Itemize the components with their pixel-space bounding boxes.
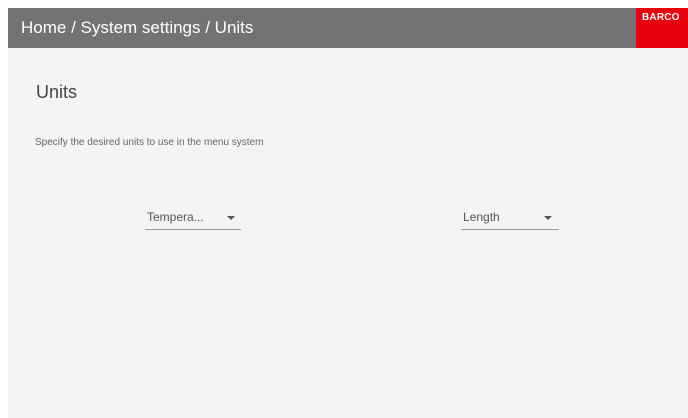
header-bar: Home / System settings / Units BARCO [8,8,688,48]
temperature-select[interactable]: Tempera... [145,206,241,230]
chevron-down-icon [227,216,235,220]
temperature-select-label: Tempera... [147,210,204,224]
length-select-label: Length [463,210,500,224]
barco-logo: BARCO [636,8,688,48]
length-select[interactable]: Length [461,206,559,230]
chevron-down-icon [544,216,552,220]
breadcrumb: Home / System settings / Units [21,18,254,37]
page-description: Specify the desired units to use in the … [35,137,264,148]
app-window: Home / System settings / Units BARCO Uni… [8,8,688,418]
page-title: Units [36,82,78,102]
logo-text: BARCO [642,12,680,23]
